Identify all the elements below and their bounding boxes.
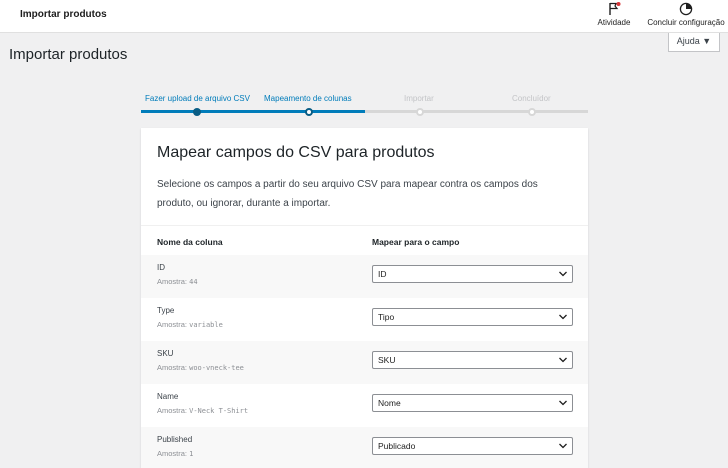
step-import-label: Importar <box>404 94 434 103</box>
mapping-row-name: Name Amostra: V-Neck T-Shirt Nome <box>141 384 588 427</box>
csv-column-sample: Amostra: 1 <box>157 449 193 458</box>
step-done-label: Concluídor <box>512 94 551 103</box>
sample-prefix: Amostra: <box>157 277 188 286</box>
activity-label: Atividade <box>597 18 631 27</box>
column-name-header: Nome da coluna <box>157 237 223 247</box>
sample-prefix: Amostra: <box>157 406 188 415</box>
step-mapping-label: Mapeamento de colunas <box>264 94 352 103</box>
csv-column-sample: Amostra: woo-vneck-tee <box>157 363 244 372</box>
chevron-down-icon <box>559 271 567 277</box>
sample-prefix: Amostra: <box>157 449 188 458</box>
step-upload-dot <box>193 108 201 116</box>
csv-column-name: Type <box>157 306 175 315</box>
sample-prefix: Amostra: <box>157 363 188 372</box>
chevron-down-icon <box>559 400 567 406</box>
map-field-select-id[interactable]: ID <box>372 265 573 283</box>
map-field-select-name[interactable]: Nome <box>372 394 573 412</box>
stepper-progress-done <box>141 110 365 113</box>
mapping-table-header: Nome da coluna Mapear para o campo <box>141 225 588 255</box>
step-mapping-dot <box>305 108 313 116</box>
selected-field: ID <box>378 269 387 279</box>
csv-column-name: Published <box>157 435 193 444</box>
map-field-select-sku[interactable]: SKU <box>372 351 573 369</box>
map-field-select-published[interactable]: Publicado <box>372 437 573 455</box>
sample-value: 44 <box>189 278 198 286</box>
csv-column-sample: Amostra: 44 <box>157 277 198 286</box>
chevron-down-icon <box>559 357 567 363</box>
selected-field: Tipo <box>378 312 395 322</box>
page-title: Importar produtos <box>9 46 128 63</box>
activity-button[interactable]: Atividade <box>594 2 634 27</box>
csv-column-name: ID <box>157 263 165 272</box>
step-import-dot <box>416 108 424 116</box>
column-mapping-card: Mapear campos do CSV para produtos Selec… <box>141 128 588 468</box>
selected-field: Nome <box>378 398 401 408</box>
progress-circle-icon <box>679 2 693 16</box>
finish-setup-label: Concluir configuração <box>647 18 725 27</box>
mapping-row-sku: SKU Amostra: woo-vneck-tee SKU <box>141 341 588 384</box>
map-field-select-type[interactable]: Tipo <box>372 308 573 326</box>
chevron-down-icon <box>559 443 567 449</box>
csv-column-sample: Amostra: variable <box>157 320 223 329</box>
stepper-progress-remaining <box>365 110 588 113</box>
sample-value: variable <box>189 321 223 329</box>
csv-column-name: SKU <box>157 349 174 358</box>
card-description: Selecione os campos a partir do seu arqu… <box>157 179 538 209</box>
finish-setup-button[interactable]: Concluir configuração <box>644 2 728 27</box>
chevron-down-icon <box>559 314 567 320</box>
step-done-dot <box>528 108 536 116</box>
sample-prefix: Amostra: <box>157 320 188 329</box>
sample-value: V-Neck T-Shirt <box>189 407 249 415</box>
sample-value: woo-vneck-tee <box>189 364 244 372</box>
flag-icon <box>609 2 621 15</box>
header-title: Importar produtos <box>20 9 107 20</box>
csv-column-name: Name <box>157 392 179 401</box>
step-upload-label: Fazer upload de arquivo CSV <box>145 94 250 103</box>
mapping-row-published: Published Amostra: 1 Publicado <box>141 427 588 468</box>
map-to-field-header: Mapear para o campo <box>372 237 460 247</box>
selected-field: Publicado <box>378 441 416 451</box>
selected-field: SKU <box>378 355 396 365</box>
mapping-row-id: ID Amostra: 44 ID <box>141 255 588 298</box>
card-title: Mapear campos do CSV para produtos <box>157 144 435 161</box>
mapping-row-type: Type Amostra: variable Tipo <box>141 298 588 341</box>
help-button[interactable]: Ajuda ▼ <box>668 33 720 52</box>
top-header-bar: Importar produtos Atividade Concluir con… <box>0 0 728 33</box>
csv-column-sample: Amostra: V-Neck T-Shirt <box>157 406 248 415</box>
sample-value: 1 <box>189 450 194 458</box>
